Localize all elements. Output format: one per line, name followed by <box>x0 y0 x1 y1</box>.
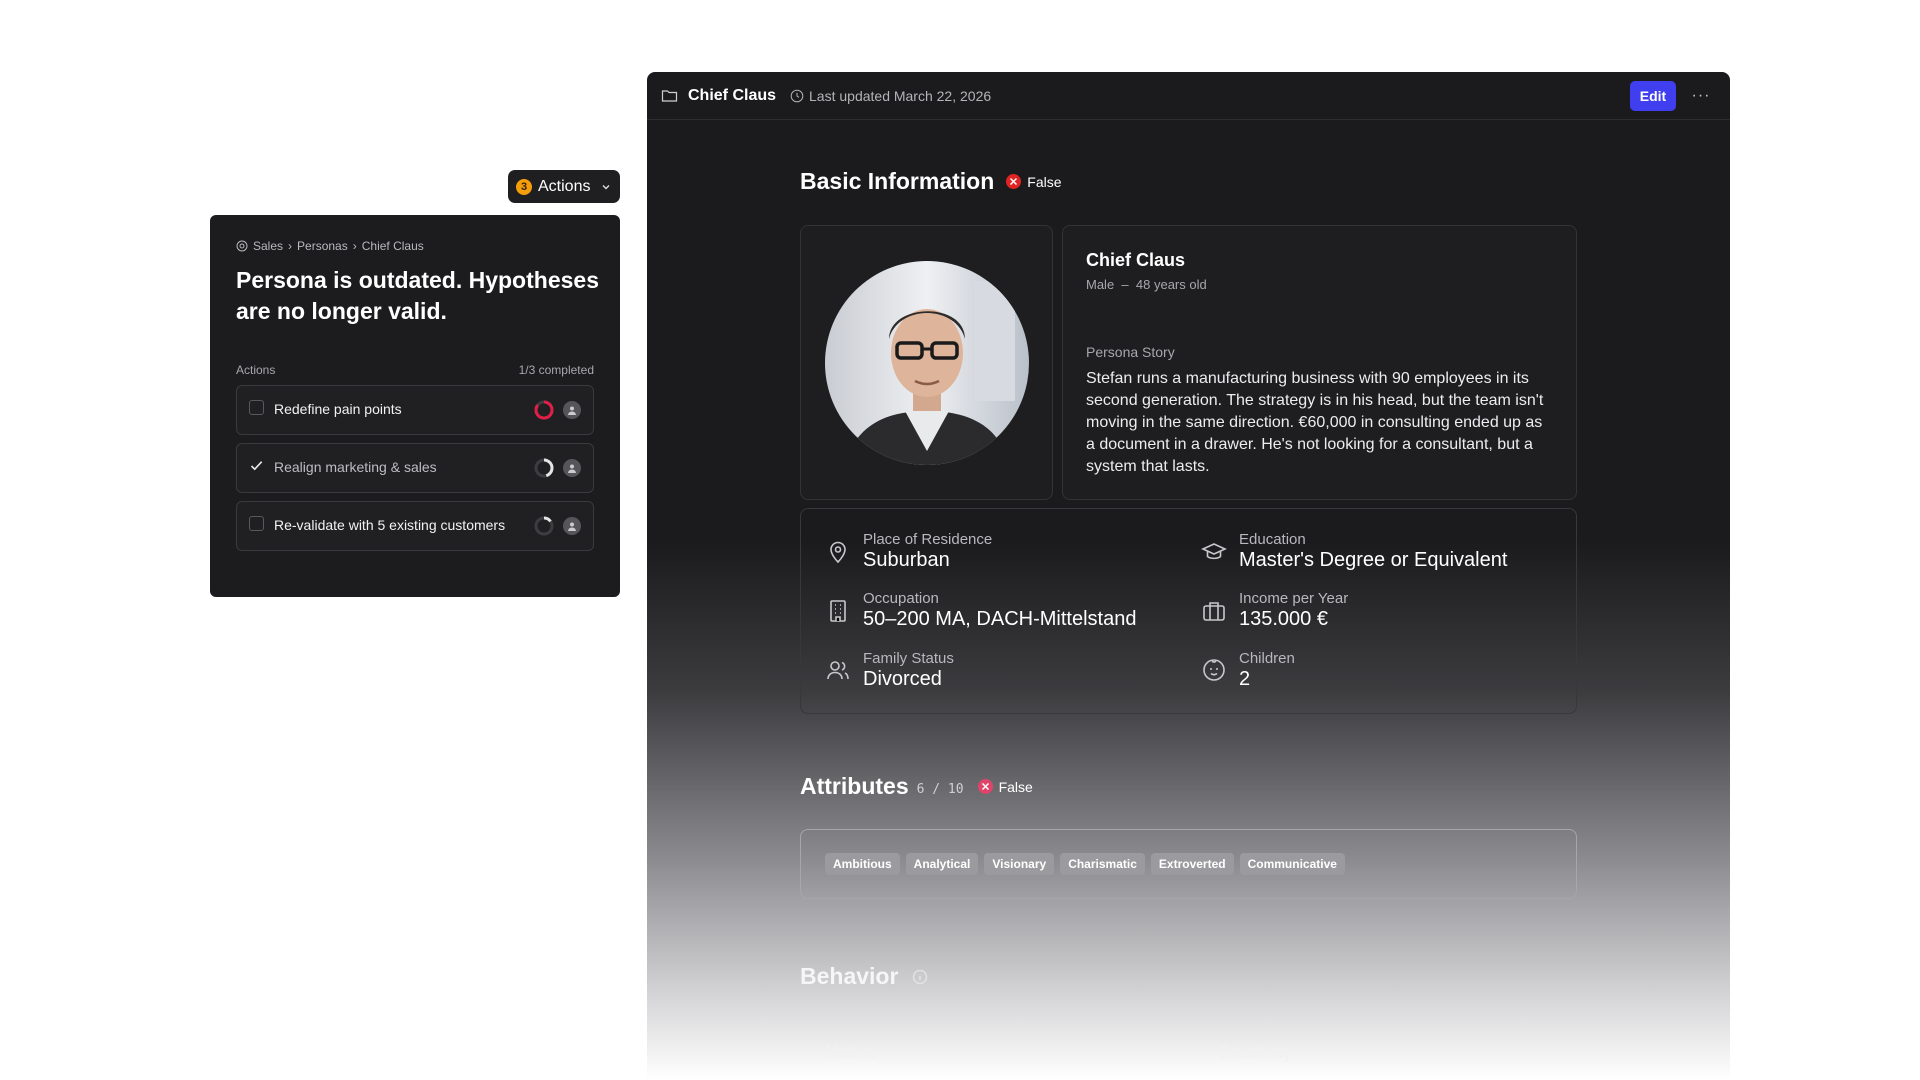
behavior-heading: Behavior <box>800 963 899 989</box>
actions-label: Actions <box>236 363 276 377</box>
basic-info-status-text: False <box>1027 173 1062 190</box>
persona-age: 48 years old <box>1135 277 1207 292</box>
actions-count-badge: 3 <box>516 178 532 195</box>
chevron-down-icon <box>602 184 610 189</box>
baby-icon <box>1203 659 1225 682</box>
attributes-status: False <box>977 778 1033 795</box>
task-item[interactable]: Realign marketing & sales <box>236 443 594 493</box>
persona-photo-box <box>800 225 1053 500</box>
persona-topbar: Chief Claus Last updated March 22, 2026 … <box>647 72 1730 120</box>
fact-value: Suburban <box>863 549 950 572</box>
fact-label: Family Status <box>863 649 954 667</box>
building-icon <box>830 600 846 622</box>
persona-gender: Male <box>1086 277 1115 292</box>
briefcase-icon <box>1203 602 1225 621</box>
progress-ring-icon <box>534 400 554 420</box>
assignee-avatar-icon[interactable] <box>563 517 581 535</box>
progress-ring-icon <box>534 458 554 478</box>
persona-story-text: Stefan runs a manufacturing business wit… <box>1086 370 1544 475</box>
persona-story-box: Chief Claus Male – 48 years old Persona … <box>1062 225 1577 500</box>
behavior-nature: Nature – <box>825 1042 895 1062</box>
more-options-icon[interactable]: ··· <box>1686 81 1716 111</box>
fact-label: Place of Residence <box>863 531 993 549</box>
task-checkbox[interactable] <box>249 516 264 531</box>
actions-dropdown[interactable]: 3 Actions <box>508 170 620 203</box>
attribute-tag[interactable]: Charismatic <box>1060 853 1145 875</box>
attribute-tag[interactable]: Analytical <box>905 853 979 875</box>
persona-title: Chief Claus <box>688 86 777 104</box>
task-item[interactable]: Redefine pain points <box>236 385 594 435</box>
attributes-status-text: False <box>998 778 1033 795</box>
fact-value: 135.000 € <box>1239 608 1328 631</box>
breadcrumb-current: Chief Claus <box>361 239 424 253</box>
last-updated-text: Last updated March 22, 2026 <box>809 87 992 104</box>
persona-card: Chief Claus Last updated March 22, 2026 … <box>647 72 1730 1080</box>
task-label: Realign marketing & sales <box>274 459 437 475</box>
persona-name: Chief Claus <box>1086 250 1186 270</box>
attributes-heading: Attributes <box>800 773 909 799</box>
fact-label: Income per Year <box>1239 590 1349 608</box>
persona-demographics: Male – 48 years old <box>1086 277 1553 292</box>
chevron-right-icon: › <box>288 239 293 253</box>
attributes-header: Attributes 6 / 10 False <box>800 773 1033 800</box>
breadcrumb: Sales › Personas › Chief Claus <box>236 239 594 253</box>
actions-panel: Sales › Personas › Chief Claus Persona i… <box>210 215 620 597</box>
attribute-tag[interactable]: Ambitious <box>825 853 900 875</box>
basic-info-header: Basic Information False <box>800 168 1062 195</box>
assignee-avatar-icon[interactable] <box>563 401 581 419</box>
behavior-creativity: Creativity – <box>1217 1042 1308 1062</box>
x-circle-icon <box>977 779 993 794</box>
fact-children: Children 2 <box>1201 650 1541 691</box>
persona-facts: Place of Residence Suburban Education Mast… <box>800 508 1577 714</box>
attributes-count: 6 / 10 <box>916 782 964 797</box>
folder-icon <box>661 90 678 102</box>
fact-value: 50–200 MA, DACH-Mittelstand <box>863 608 1137 631</box>
attribute-tag[interactable]: Visionary <box>984 853 1055 875</box>
fact-label: Education <box>1239 531 1306 549</box>
actions-progress: 1/3 completed <box>518 363 594 377</box>
fact-value: Master's Degree or Equivalent <box>1239 549 1508 572</box>
task-label: Redefine pain points <box>274 401 402 417</box>
task-label: Re-validate with 5 existing customers <box>274 517 506 533</box>
persona-photo <box>824 260 1029 465</box>
task-checkbox[interactable] <box>249 400 264 415</box>
fact-label: Children <box>1239 649 1295 667</box>
behavior-header: Behavior <box>800 963 928 990</box>
fact-label: Occupation <box>863 590 939 608</box>
fact-income: Income per Year 135.000 € <box>1201 590 1541 631</box>
users-icon <box>827 661 849 680</box>
info-icon[interactable] <box>912 969 928 985</box>
task-item[interactable]: Re-validate with 5 existing customers <box>236 501 594 551</box>
basic-info-status: False <box>1006 173 1062 190</box>
breadcrumb-personas[interactable]: Personas <box>297 239 348 253</box>
edit-button[interactable]: Edit <box>1630 80 1676 111</box>
assignee-avatar-icon[interactable] <box>563 459 581 477</box>
last-updated: Last updated March 22, 2026 <box>790 88 991 104</box>
fact-value: 2 <box>1239 667 1251 690</box>
actions-dropdown-label: Actions <box>538 177 591 195</box>
fact-residence: Place of Residence Suburban <box>825 531 1201 572</box>
fact-occupation: Occupation 50–200 MA, DACH-Mittelstand <box>825 590 1201 631</box>
fact-value: Divorced <box>863 667 942 690</box>
breadcrumb-sales[interactable]: Sales <box>253 239 283 253</box>
attribute-tags: Ambitious Analytical Visionary Charismat… <box>800 829 1577 899</box>
persona-story-label: Persona Story <box>1086 344 1175 360</box>
progress-ring-icon <box>534 516 554 536</box>
fact-family: Family Status Divorced <box>825 650 1201 691</box>
fact-education: Education Master's Degree or Equivalent <box>1201 531 1541 572</box>
actions-header: Actions 1/3 completed <box>236 363 594 377</box>
attribute-tag[interactable]: Communicative <box>1239 853 1345 875</box>
basic-info-heading: Basic Information <box>800 168 995 194</box>
meta-separator: – <box>1121 277 1129 292</box>
clock-icon <box>790 89 804 102</box>
chevron-right-icon: › <box>352 239 357 253</box>
panel-headline: Persona is outdated. Hypotheses are no l… <box>236 267 599 324</box>
attribute-tag[interactable]: Extroverted <box>1150 853 1234 875</box>
x-circle-icon <box>1006 174 1022 189</box>
checkmark-icon[interactable] <box>249 458 264 473</box>
map-pin-icon <box>830 541 846 563</box>
at-icon <box>236 240 248 252</box>
graduation-cap-icon <box>1201 542 1227 559</box>
